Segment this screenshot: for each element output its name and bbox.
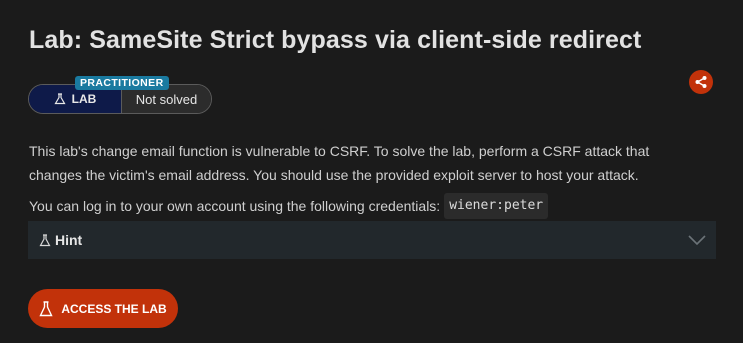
share-button[interactable] [689, 70, 713, 94]
hint-label: Hint [55, 232, 83, 248]
flask-icon [39, 233, 51, 246]
credentials-text: You can log in to your own account using… [29, 198, 441, 214]
page-title: Lab: SameSite Strict bypass via client-s… [29, 26, 642, 54]
hint-header: Hint [39, 232, 82, 248]
flask-icon [39, 300, 53, 316]
lab-description: This lab's change email function is vuln… [29, 143, 650, 183]
lab-badge-label: LAB [71, 92, 97, 106]
level-tag: PRACTITIONER [75, 76, 169, 90]
chevron-down-icon [688, 235, 706, 246]
credentials-code: wiener:peter [444, 193, 549, 219]
access-lab-label: ACCESS THE LAB [61, 301, 167, 316]
flask-icon [54, 93, 66, 105]
lab-level-widget: LAB Not solved PRACTITIONER [28, 76, 212, 114]
share-icon [695, 76, 707, 88]
credentials-line: You can log in to your own account using… [29, 193, 549, 219]
access-lab-button[interactable]: ACCESS THE LAB [28, 289, 178, 328]
hint-toggle[interactable]: Hint [28, 221, 716, 259]
